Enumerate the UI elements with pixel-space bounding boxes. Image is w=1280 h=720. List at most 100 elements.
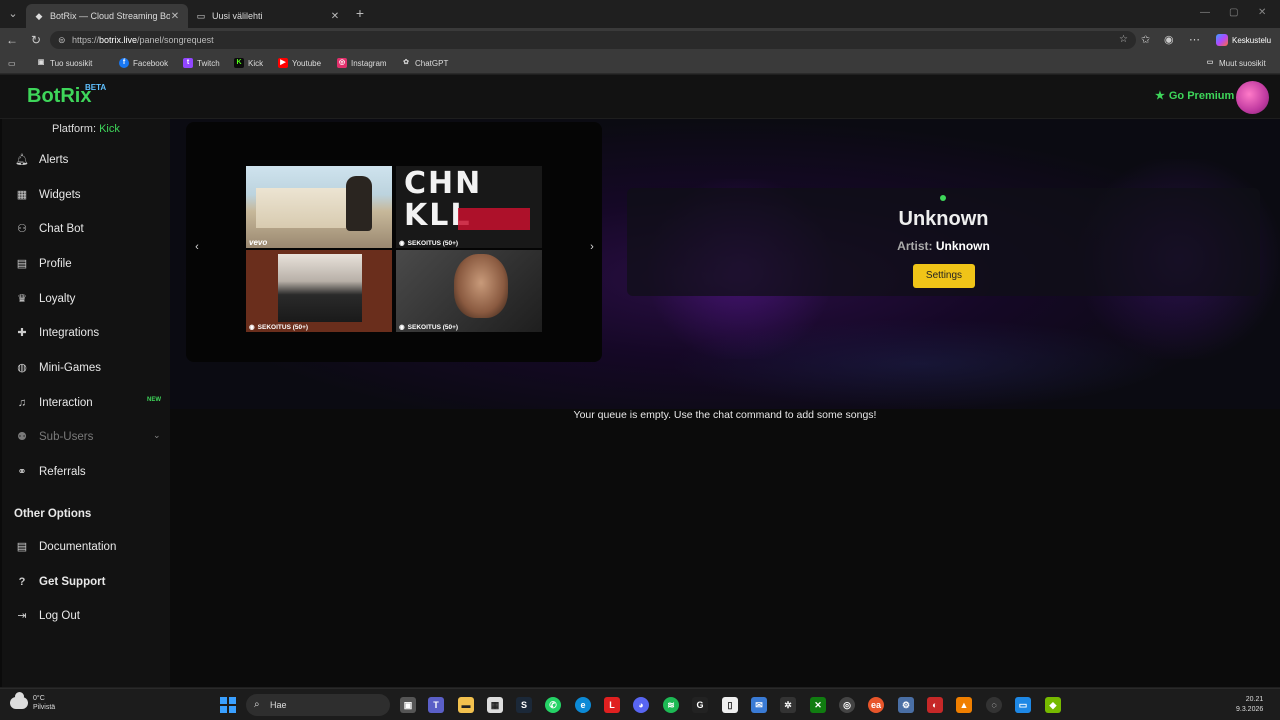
botrix-logo[interactable]: BotRix: [27, 85, 91, 108]
steam-icon[interactable]: S: [516, 697, 532, 713]
go-premium-button[interactable]: ★ Go Premium: [1155, 89, 1234, 103]
settings-button[interactable]: Settings: [913, 264, 975, 288]
kick-icon: K: [234, 58, 244, 68]
thumb-caption-text: SEKOITUS (50+): [407, 239, 459, 247]
chevron-down-icon[interactable]: ⌄: [153, 430, 161, 441]
sidebar-item-label: Sub-Users: [39, 431, 94, 443]
bell-icon: 🔔︎: [15, 154, 29, 166]
edge-icon[interactable]: e: [575, 697, 591, 713]
close-tab-icon[interactable]: ✕: [330, 11, 340, 22]
video-thumbnail[interactable]: vevo: [246, 166, 392, 248]
url-field[interactable]: ⊜ https://botrix.live/panel/songrequest …: [50, 31, 1136, 49]
new-tab-button[interactable]: +: [352, 5, 368, 21]
tab-botrix[interactable]: ◆ BotRix — Cloud Streaming Bot for ✕: [26, 4, 188, 28]
app-l-icon[interactable]: L: [604, 697, 620, 713]
store-icon[interactable]: ▦: [487, 697, 503, 713]
thumb-building: [256, 188, 346, 228]
file-explorer-icon[interactable]: ▬: [458, 697, 474, 713]
sidebar-item-chat-bot[interactable]: ⚇ Chat Bot: [14, 219, 164, 239]
sidebar-item-sub-users[interactable]: ⚉ Sub-Users ⌄: [14, 427, 164, 447]
sidebar-item-loyalty[interactable]: ♛ Loyalty: [14, 289, 164, 309]
twitch-icon: t: [183, 58, 193, 68]
carousel-next-icon[interactable]: ›: [585, 240, 599, 254]
trophy-icon: ♛: [17, 293, 27, 305]
minimize-icon[interactable]: —: [1200, 7, 1210, 18]
instagram-icon: ◎: [337, 58, 347, 68]
reload-icon[interactable]: ↻: [28, 32, 44, 48]
discord-icon[interactable]: ◕: [633, 697, 649, 713]
profile-icon[interactable]: ◉: [1164, 32, 1174, 48]
vlc-icon[interactable]: ▲: [956, 697, 972, 713]
tab-list-icon[interactable]: ⌄: [4, 5, 22, 23]
bookmark-label: Tuo suosikit: [50, 58, 93, 68]
site-info-icon[interactable]: ⊜: [58, 31, 66, 49]
copilot-chat-button[interactable]: Keskustelu: [1210, 31, 1277, 49]
back-icon[interactable]: ←: [4, 32, 20, 48]
bookmark-import[interactable]: ▣ Tuo suosikit: [36, 56, 93, 70]
favorites-icon[interactable]: ✩: [1141, 32, 1150, 48]
ea-icon[interactable]: ea: [868, 697, 884, 713]
other-bookmarks[interactable]: ▭ Muut suosikit: [1205, 56, 1266, 70]
app-circle-icon[interactable]: ◌: [986, 697, 1002, 713]
thumb-caption-text: SEKOITUS (50+): [257, 323, 309, 331]
thumb-face: [454, 254, 508, 318]
avatar[interactable]: [1236, 81, 1269, 114]
notepad-icon[interactable]: ▯: [722, 697, 738, 713]
sidebar-item-widgets[interactable]: ▦ Widgets: [14, 185, 164, 205]
close-window-icon[interactable]: ✕: [1258, 7, 1266, 18]
weather-widget[interactable]: 0°C Pilvistä: [10, 692, 55, 712]
sidebar-item-interaction[interactable]: ♫ Interaction NEW: [14, 393, 164, 413]
carousel-prev-icon[interactable]: ‹: [190, 240, 204, 254]
bookmark-chatgpt[interactable]: ✿ ChatGPT: [401, 56, 448, 70]
sidebar-item-profile[interactable]: ▤ Profile: [14, 254, 164, 274]
spotify-icon[interactable]: ≋: [663, 697, 679, 713]
sidebar-item-alerts[interactable]: 🔔︎ Alerts: [14, 150, 164, 170]
bookmark-twitch[interactable]: t Twitch: [183, 56, 220, 70]
bookmark-instagram[interactable]: ◎ Instagram: [337, 56, 387, 70]
task-view-icon[interactable]: ▣: [400, 697, 416, 713]
windows-start-icon[interactable]: [220, 697, 236, 713]
taskbar-clock[interactable]: 20.21 9.3.2026: [1236, 695, 1263, 715]
platform-value[interactable]: Kick: [99, 123, 120, 135]
video-thumbnail[interactable]: CHN KLL ◉ SEKOITUS (50+): [396, 166, 542, 248]
chatgpt-icon: ✿: [403, 59, 409, 66]
app-window-icon[interactable]: ▭: [1015, 697, 1031, 713]
thumb-group-photo: [278, 254, 362, 322]
sidebar-item-get-support[interactable]: ? Get Support: [14, 572, 164, 592]
bookmark-kick[interactable]: K Kick: [234, 56, 263, 70]
weather-text: 0°C Pilvistä: [33, 694, 55, 712]
nvidia-icon[interactable]: ◆: [1045, 697, 1061, 713]
question-icon: ?: [18, 576, 26, 588]
tab-title: Uusi välilehti: [212, 11, 263, 21]
sidebar-item-integrations[interactable]: ✚ Integrations: [14, 323, 164, 343]
app-g-icon[interactable]: G: [692, 697, 708, 713]
broadcast-icon: ◉: [399, 240, 405, 247]
sidebar-item-log-out[interactable]: ⇥ Log Out: [14, 606, 164, 626]
favorite-star-icon[interactable]: ☆: [1119, 31, 1128, 49]
steelseries-icon[interactable]: ✲: [780, 697, 796, 713]
bookmark-facebook[interactable]: f Facebook: [119, 56, 168, 70]
video-thumbnail[interactable]: ◉ SEKOITUS (50+): [246, 250, 392, 332]
sidebar-toggle-icon[interactable]: ▭: [8, 56, 16, 70]
sidebar-item-mini-games[interactable]: ◍ Mini-Games: [14, 358, 164, 378]
close-tab-icon[interactable]: ✕: [170, 11, 180, 22]
teams-icon[interactable]: T: [428, 697, 444, 713]
artist-label: Artist:: [897, 239, 933, 253]
search-placeholder: Hae: [270, 700, 287, 710]
maximize-icon[interactable]: ▢: [1229, 7, 1238, 18]
obs-icon[interactable]: ◎: [839, 697, 855, 713]
address-bar-row: ← ↻ ⊜ https://botrix.live/panel/songrequ…: [0, 28, 1280, 52]
taskbar-search[interactable]: ⌕ Hae: [246, 694, 390, 716]
app-red-icon[interactable]: ◐: [927, 697, 943, 713]
tab-new[interactable]: ▭ Uusi välilehti ✕: [188, 4, 348, 28]
settings-gear-icon[interactable]: ⚙: [898, 697, 914, 713]
sidebar-item-documentation[interactable]: ▤ Documentation: [14, 537, 164, 557]
whatsapp-icon[interactable]: ✆: [545, 697, 561, 713]
sidebar-item-referrals[interactable]: ⚭ Referrals: [14, 462, 164, 482]
mail-icon[interactable]: ✉: [751, 697, 767, 713]
bookmark-youtube[interactable]: ▶ Youtube: [278, 56, 321, 70]
more-menu-icon[interactable]: ⋯: [1189, 32, 1200, 48]
thumb-red-block: [458, 208, 530, 230]
video-thumbnail[interactable]: ◉ SEKOITUS (50+): [396, 250, 542, 332]
xbox-icon[interactable]: ✕: [810, 697, 826, 713]
